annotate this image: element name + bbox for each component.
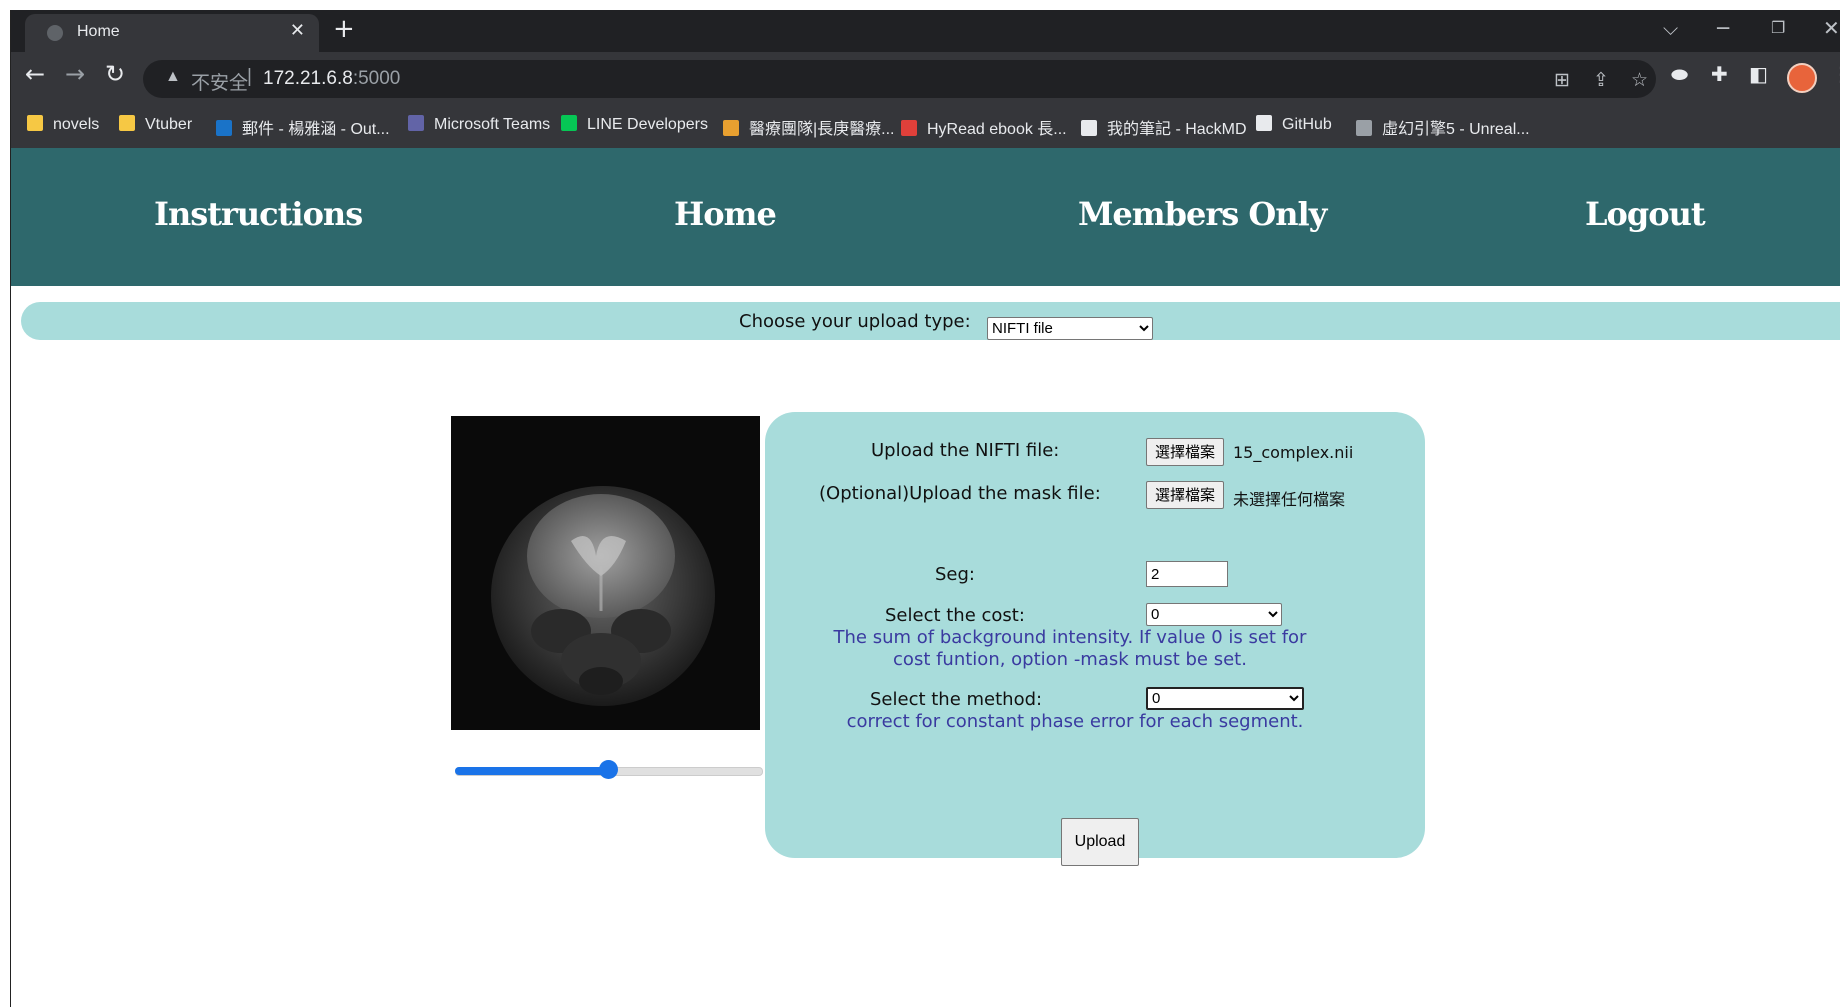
nav-home[interactable]: Home <box>674 195 777 233</box>
mri-slice-preview <box>451 416 760 730</box>
upload-type-select[interactable]: NIFTI file <box>987 317 1153 340</box>
upload-form-panel: Upload the NIFTI file: 選擇檔案 15_complex.n… <box>765 412 1425 866</box>
bookmarks-bar: novels Vtuber 郵件 - 楊雅涵 - Out... Microsoft T… <box>11 102 1840 148</box>
globe-icon <box>47 25 63 41</box>
restore-icon[interactable]: ❐ <box>1771 18 1785 37</box>
bookmark-label: Microsoft Teams <box>434 116 551 133</box>
slice-slider[interactable] <box>455 760 765 780</box>
close-window-icon[interactable]: ✕ <box>1823 16 1840 40</box>
reload-icon[interactable]: ↻ <box>105 60 125 88</box>
cost-hint: The sum of background intensity. If valu… <box>825 627 1315 671</box>
bookmark-item[interactable]: 我的筆記 - HackMD <box>1081 115 1247 139</box>
forward-icon[interactable]: → <box>65 60 85 88</box>
github-icon <box>1256 115 1272 131</box>
nav-members-only[interactable]: Members Only <box>1078 195 1327 233</box>
bookmark-item[interactable]: 虛幻引擎5 - Unreal... <box>1356 115 1530 139</box>
slider-fill <box>455 767 609 775</box>
back-icon[interactable]: ← <box>25 60 45 88</box>
url-host: 172.21.6.8 <box>263 68 353 89</box>
security-label: 不安全 <box>191 73 249 94</box>
upload-button[interactable]: Upload <box>1061 818 1139 866</box>
slider-thumb[interactable] <box>599 760 618 779</box>
mask-filename: 未選擇任何檔案 <box>1233 490 1346 509</box>
profile-avatar[interactable] <box>1787 63 1817 93</box>
folder-icon <box>119 115 135 131</box>
outlook-icon <box>216 120 232 136</box>
nifti-file-label: Upload the NIFTI file: <box>871 440 1060 461</box>
extensions-icon[interactable]: ✚ <box>1711 62 1728 86</box>
teams-icon <box>408 115 424 131</box>
bookmark-item[interactable]: GitHub <box>1256 115 1332 134</box>
tab-strip: Home ✕ + ⌵ ─ ❐ ✕ <box>11 10 1840 52</box>
browser-toolbar: ← → ↻ ▲ 不安全 | 172.21.6.8:5000 ⊞ ⇪ ☆ ⬬ ✚ … <box>11 52 1840 102</box>
mask-file-label: (Optional)Upload the mask file: <box>819 483 1101 504</box>
nav-instructions[interactable]: Instructions <box>154 195 363 233</box>
line-icon <box>561 115 577 131</box>
bookmark-item[interactable]: 郵件 - 楊雅涵 - Out... <box>216 115 390 139</box>
medical-icon <box>723 120 739 136</box>
bookmark-item[interactable]: Vtuber <box>119 115 192 134</box>
cost-hint-line2: cost funtion, option -mask must be set. <box>893 649 1247 670</box>
new-tab-icon[interactable]: + <box>333 14 355 44</box>
warning-icon[interactable]: ▲ <box>165 68 181 86</box>
method-hint: correct for constant phase error for eac… <box>846 711 1304 732</box>
bookmark-label: novels <box>53 116 100 133</box>
hyread-icon <box>901 120 917 136</box>
minimize-icon[interactable]: ─ <box>1717 16 1729 40</box>
bookmark-item[interactable]: LINE Developers <box>561 115 708 134</box>
site-navbar: Instructions Home Members Only Logout <box>11 148 1840 286</box>
translate-icon[interactable]: ⊞ <box>1554 69 1570 92</box>
bookmark-star-icon[interactable]: ☆ <box>1631 69 1648 92</box>
method-label: Select the method: <box>870 689 1043 710</box>
method-select[interactable]: 0 <box>1146 687 1304 710</box>
nifti-filename: 15_complex.nii <box>1233 443 1354 462</box>
bookmark-item[interactable]: 醫療團隊|長庚醫療... <box>723 115 895 139</box>
bookmark-label: HyRead ebook 長... <box>927 121 1067 138</box>
bookmark-label: GitHub <box>1282 116 1332 133</box>
unreal-icon <box>1356 120 1372 136</box>
bookmark-label: 郵件 - 楊雅涵 - Out... <box>242 121 390 138</box>
upload-type-label: Choose your upload type: <box>739 311 971 332</box>
close-tab-icon[interactable]: ✕ <box>290 20 305 41</box>
tab-search-icon[interactable]: ⌵ <box>1663 16 1678 40</box>
side-panel-icon[interactable]: ◧ <box>1749 62 1768 86</box>
share-icon[interactable]: ⇪ <box>1593 69 1609 92</box>
address-bar[interactable]: ▲ 不安全 | 172.21.6.8:5000 ⊞ ⇪ ☆ <box>143 60 1656 98</box>
browser-window: Home ✕ + ⌵ ─ ❐ ✕ ← → ↻ ▲ 不安全 | 172.21.6.… <box>10 10 1840 1007</box>
cost-label: Select the cost: <box>885 605 1025 626</box>
url-port: :5000 <box>352 68 401 89</box>
bookmark-item[interactable]: Microsoft Teams <box>408 115 550 134</box>
extension-pill-icon[interactable]: ⬬ <box>1671 62 1688 86</box>
bookmark-label: Vtuber <box>145 116 193 133</box>
cost-select[interactable]: 0 <box>1146 603 1282 626</box>
folder-icon <box>27 115 43 131</box>
tab-title: Home <box>77 23 120 40</box>
omnibox-separator: | <box>247 66 252 87</box>
seg-input[interactable] <box>1146 561 1228 587</box>
seg-label: Seg: <box>935 564 975 585</box>
url-text[interactable]: 172.21.6.8:5000 <box>263 68 400 90</box>
menu-icon[interactable]: ⋮ <box>1831 62 1840 86</box>
bookmark-item[interactable]: HyRead ebook 長... <box>901 115 1067 139</box>
choose-mask-file-button[interactable]: 選擇檔案 <box>1146 481 1225 509</box>
bookmark-label: 虛幻引擎5 - Unreal... <box>1382 121 1530 138</box>
tab-home[interactable]: Home ✕ <box>25 14 319 52</box>
brain-image <box>491 486 715 706</box>
nav-logout[interactable]: Logout <box>1585 195 1706 233</box>
bookmark-label: 醫療團隊|長庚醫療... <box>749 121 895 138</box>
upload-type-bar: Choose your upload type: NIFTI file <box>21 302 1840 340</box>
choose-nifti-file-button[interactable]: 選擇檔案 <box>1146 438 1225 466</box>
bookmark-label: 我的筆記 - HackMD <box>1107 121 1247 138</box>
bookmark-label: LINE Developers <box>587 116 708 133</box>
cost-hint-line1: The sum of background intensity. If valu… <box>833 627 1307 648</box>
bookmark-item[interactable]: novels <box>27 115 99 134</box>
document-icon <box>1081 120 1097 136</box>
